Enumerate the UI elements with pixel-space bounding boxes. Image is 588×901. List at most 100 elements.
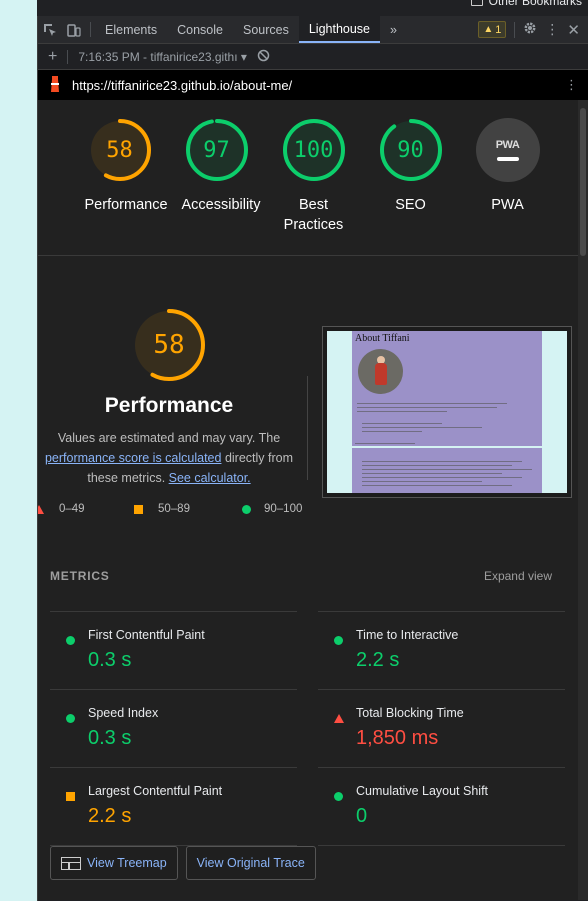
gauge-score: 90 xyxy=(397,137,424,163)
see-calculator-link[interactable]: See calculator. xyxy=(169,471,251,485)
gauge-label: SEO xyxy=(395,197,426,213)
metric-rating-icon xyxy=(66,710,75,728)
chevron-down-icon: ▾ xyxy=(240,49,247,64)
metric-name: Time to Interactive xyxy=(356,628,459,642)
folder-icon xyxy=(470,0,483,6)
metric-value: 2.2 s xyxy=(88,805,132,827)
desc-line-3: these metrics. xyxy=(87,471,169,485)
warning-icon: ▲ xyxy=(483,24,494,35)
legend-fail-icon xyxy=(38,505,44,517)
metric-first-contentful-paint: First Contentful Paint 0.3 s xyxy=(50,611,297,689)
view-original-trace-button[interactable]: View Original Trace xyxy=(185,846,316,880)
gauge-pwa[interactable]: PWA PWA xyxy=(459,118,556,255)
settings-gear-icon[interactable] xyxy=(523,21,537,38)
performance-big-score: 58 xyxy=(153,330,185,360)
tab-lighthouse[interactable]: Lighthouse xyxy=(298,16,381,43)
report-session-select[interactable]: 7:16:35 PM - tiffanirice23.githı ▾ xyxy=(78,50,247,64)
other-bookmarks[interactable]: Other Bookmarks xyxy=(470,0,582,8)
tab-elements[interactable]: Elements xyxy=(95,16,167,43)
gauge-performance[interactable]: 58 Performance xyxy=(71,118,168,255)
kebab-menu-icon[interactable]: ⋮ xyxy=(545,21,559,38)
metric-name: Cumulative Layout Shift xyxy=(356,784,489,798)
view-treemap-label: View Treemap xyxy=(87,856,167,870)
metric-value: 1,850 ms xyxy=(356,727,439,749)
metric-rating-icon xyxy=(66,632,75,650)
gauge-label: Accessibility xyxy=(181,197,261,213)
clear-block-icon[interactable] xyxy=(257,49,270,65)
tab-separator xyxy=(90,22,91,37)
view-trace-label: View Original Trace xyxy=(196,856,305,870)
gauge-seo[interactable]: 90 SEO xyxy=(362,118,459,255)
gauge-ring: 97 xyxy=(185,118,249,182)
metrics-header: METRICS Expand view xyxy=(50,556,552,596)
legend-average-label: 50–89 xyxy=(158,503,190,515)
metrics-heading: METRICS xyxy=(50,569,110,583)
metric-value: 0.3 s xyxy=(88,649,132,671)
tab-console[interactable]: Console xyxy=(167,16,233,43)
lighthouse-toolbar: + 7:16:35 PM - tiffanirice23.githı ▾ xyxy=(38,44,588,70)
report-url[interactable]: https://tiffanirice23.github.io/about-me… xyxy=(72,78,292,93)
metric-value: 0 xyxy=(356,805,368,827)
inspect-element-icon[interactable] xyxy=(38,16,62,43)
desc-line-2: directly from xyxy=(221,451,294,465)
lighthouse-logo-icon xyxy=(48,75,62,96)
metric-name: Total Blocking Time xyxy=(356,706,464,720)
pwa-badge-icon: PWA xyxy=(475,118,540,182)
legend-fail-label: 0–49 xyxy=(59,503,85,515)
performance-section: 58 Performance Values are estimated and … xyxy=(38,256,588,556)
metric-rating-icon xyxy=(66,788,75,806)
subbar-separator xyxy=(67,49,69,64)
gauge-label: PWA xyxy=(491,197,524,213)
toolbar-separator xyxy=(514,21,516,38)
new-report-plus-icon[interactable]: + xyxy=(48,48,57,66)
legend-average-icon xyxy=(134,505,143,517)
metric-name: First Contentful Paint xyxy=(88,628,205,642)
gauge-score: 100 xyxy=(293,137,334,163)
legend-pass-label: 90–100 xyxy=(264,503,303,515)
score-gauges: 58 Performance 97 Accessibility 100 Best Prac… xyxy=(38,100,588,256)
warnings-badge[interactable]: ▲ 1 xyxy=(478,21,507,38)
pwa-dash xyxy=(496,157,519,161)
score-calculated-link[interactable]: performance score is calculated xyxy=(45,451,221,465)
metric-total-blocking-time: Total Blocking Time 1,850 ms xyxy=(318,689,565,767)
close-icon[interactable]: ✕ xyxy=(567,21,580,39)
devtools-tabbar: Elements Console Sources Lighthouse » ▲ … xyxy=(38,16,588,44)
report-menu-icon[interactable]: ⋮ xyxy=(565,77,578,93)
performance-big-gauge: 58 xyxy=(132,308,206,382)
metric-value: 2.2 s xyxy=(356,649,400,671)
warnings-count: 1 xyxy=(495,23,502,36)
tab-sources[interactable]: Sources xyxy=(233,16,299,43)
metric-rating-icon xyxy=(334,632,343,650)
report-session-label: 7:16:35 PM - tiffanirice23.githı xyxy=(78,49,238,64)
gauge-accessibility[interactable]: 97 Accessibility xyxy=(168,118,265,255)
metric-value: 0.3 s xyxy=(88,727,132,749)
metric-time-to-interactive: Time to Interactive 2.2 s xyxy=(318,611,565,689)
other-bookmarks-label: Other Bookmarks xyxy=(488,0,582,8)
expand-view-toggle[interactable]: Expand view xyxy=(484,569,552,583)
more-tabs-button[interactable]: » xyxy=(380,16,407,43)
metric-name: Speed Index xyxy=(88,706,159,720)
report-url-bar: https://tiffanirice23.github.io/about-me… xyxy=(38,70,588,100)
gauge-label: Performance xyxy=(84,197,168,213)
gauge-ring: 90 xyxy=(379,118,443,182)
metric-rating-icon xyxy=(334,788,343,806)
metric-cumulative-layout-shift: Cumulative Layout Shift 0 xyxy=(318,767,565,845)
view-treemap-button[interactable]: View Treemap xyxy=(50,846,178,880)
gauge-best-practices[interactable]: 100 Best Practices xyxy=(265,118,362,255)
section-divider xyxy=(307,376,308,480)
browser-bookmarks-bar: Other Bookmarks xyxy=(37,0,588,16)
pwa-badge-text: PWA xyxy=(495,139,520,151)
scrollbar-thumb[interactable] xyxy=(580,108,586,256)
screenshot-avatar xyxy=(358,349,403,394)
gauge-score: 97 xyxy=(203,137,230,163)
devtools-panel: Elements Console Sources Lighthouse » ▲ … xyxy=(37,16,588,901)
legend-pass-icon xyxy=(242,505,251,517)
screenshot-panel-lower xyxy=(352,448,542,493)
device-toolbar-icon[interactable] xyxy=(62,16,86,43)
report-actions: View Treemap View Original Trace xyxy=(50,846,316,880)
page-screenshot-thumbnail: About Tiffani xyxy=(327,331,567,493)
metric-speed-index: Speed Index 0.3 s xyxy=(50,689,297,767)
metric-name: Largest Contentful Paint xyxy=(88,784,223,798)
metric-largest-contentful-paint: Largest Contentful Paint 2.2 s xyxy=(50,767,297,845)
final-screenshot[interactable]: About Tiffani xyxy=(322,326,572,498)
